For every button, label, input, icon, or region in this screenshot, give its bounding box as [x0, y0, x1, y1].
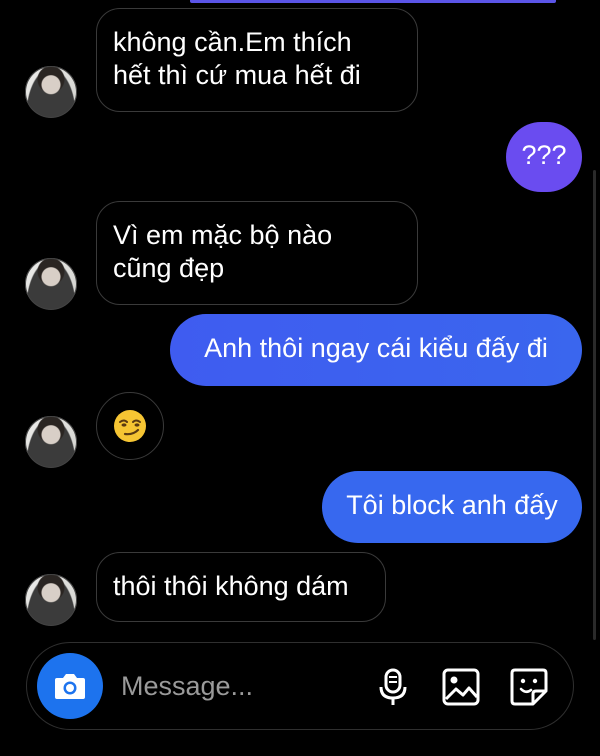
- avatar[interactable]: [25, 66, 77, 118]
- avatar[interactable]: [25, 574, 77, 626]
- emoji-message-bubble[interactable]: [96, 392, 164, 460]
- avatar[interactable]: [25, 258, 77, 310]
- sent-message-bubble[interactable]: Anh thôi ngay cái kiểu đấy đi: [170, 314, 582, 386]
- sticker-icon[interactable]: [509, 667, 549, 707]
- sent-message-bubble[interactable]: Tôi block anh đấy: [322, 471, 582, 543]
- sent-message-bubble[interactable]: ???: [506, 122, 582, 192]
- message-input[interactable]: Message...: [121, 671, 253, 702]
- received-message-bubble[interactable]: không cần.Em thích hết thì cứ mua hết đi: [96, 8, 418, 112]
- gallery-icon[interactable]: [441, 667, 481, 707]
- smirking-face-emoji: [114, 410, 146, 442]
- camera-icon: [55, 674, 85, 699]
- microphone-icon[interactable]: [373, 667, 413, 707]
- avatar[interactable]: [25, 416, 77, 468]
- received-message-bubble[interactable]: Vì em mặc bộ nào cũng đẹp: [96, 201, 418, 305]
- message-composer: Message...: [26, 642, 574, 730]
- scrollbar[interactable]: [593, 170, 596, 640]
- received-message-bubble[interactable]: thôi thôi không dám: [96, 552, 386, 622]
- camera-button[interactable]: [37, 653, 103, 719]
- previous-message-edge: [190, 0, 556, 3]
